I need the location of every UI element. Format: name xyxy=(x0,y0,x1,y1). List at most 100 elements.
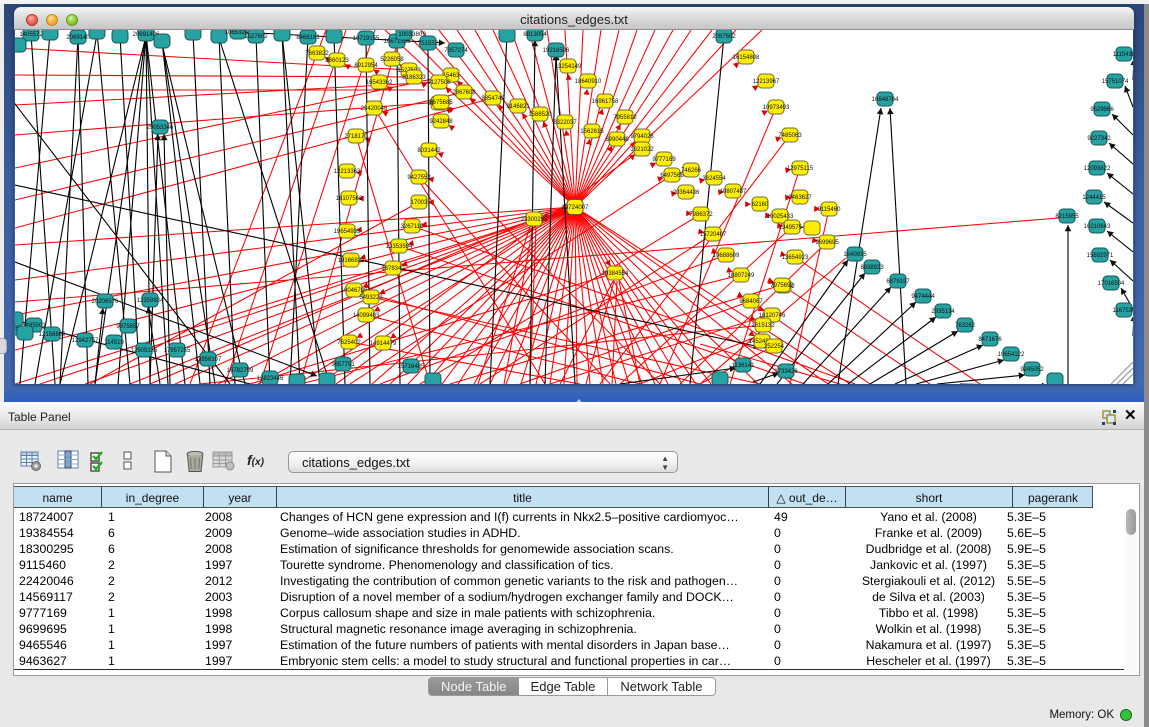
svg-text:19166823: 19166823 xyxy=(338,258,365,264)
svg-text:1640935: 1640935 xyxy=(843,252,867,258)
svg-text:7975692: 7975692 xyxy=(770,283,794,289)
svg-text:1136141: 1136141 xyxy=(732,363,756,369)
svg-text:1615132: 1615132 xyxy=(751,323,775,329)
svg-text:3624554: 3624554 xyxy=(702,176,726,182)
svg-text:1562615: 1562615 xyxy=(580,129,604,135)
svg-text:19218506: 19218506 xyxy=(543,48,570,54)
svg-text:8471676: 8471676 xyxy=(978,337,1002,343)
svg-text:9794028: 9794028 xyxy=(630,134,654,140)
svg-text:7955812: 7955812 xyxy=(613,115,637,121)
svg-text:8322037: 8322037 xyxy=(553,120,577,126)
svg-text:9474444: 9474444 xyxy=(911,294,935,300)
svg-text:15751074: 15751074 xyxy=(1102,79,1129,85)
svg-text:9146821: 9146821 xyxy=(506,104,530,110)
svg-text:2087682: 2087682 xyxy=(712,34,736,40)
svg-text:8660123: 8660123 xyxy=(325,58,349,64)
svg-text:14099483: 14099483 xyxy=(353,313,380,319)
svg-text:12359934: 12359934 xyxy=(137,298,164,304)
svg-text:9975857: 9975857 xyxy=(116,324,140,330)
svg-text:9227342: 9227342 xyxy=(1087,136,1111,142)
svg-text:62160: 62160 xyxy=(752,202,769,208)
svg-text:252254: 252254 xyxy=(764,344,785,350)
svg-text:15720407: 15720407 xyxy=(700,232,727,238)
svg-text:13254149: 13254149 xyxy=(555,64,582,70)
svg-text:9115460: 9115460 xyxy=(818,207,842,213)
svg-text:16961758: 16961758 xyxy=(592,99,619,105)
svg-text:1244415: 1244415 xyxy=(1082,195,1106,201)
svg-text:7357274: 7357274 xyxy=(444,48,468,54)
svg-text:8938923: 8938923 xyxy=(860,265,884,271)
svg-text:2867608: 2867608 xyxy=(452,90,476,96)
svg-text:29053346: 29053346 xyxy=(147,125,174,131)
svg-text:8466161: 8466161 xyxy=(296,35,320,41)
svg-text:16782759: 16782759 xyxy=(227,368,254,374)
svg-text:5493222: 5493222 xyxy=(359,295,383,301)
svg-text:9657791: 9657791 xyxy=(331,362,355,368)
svg-text:12505135: 12505135 xyxy=(131,348,158,354)
svg-text:9245052: 9245052 xyxy=(1020,367,1044,373)
svg-text:2069140: 2069140 xyxy=(66,35,90,41)
svg-text:12213967: 12213967 xyxy=(753,79,780,85)
svg-text:9529966: 9529966 xyxy=(1090,107,1114,113)
svg-text:19384554: 19384554 xyxy=(602,271,629,277)
svg-text:8912954: 8912954 xyxy=(354,63,378,69)
svg-text:7625402: 7625402 xyxy=(337,340,361,346)
svg-text:8854749: 8854749 xyxy=(481,96,505,102)
svg-text:12093822: 12093822 xyxy=(1084,166,1111,172)
svg-text:9127508: 9127508 xyxy=(427,80,451,86)
svg-text:13495754: 13495754 xyxy=(779,225,806,231)
svg-text:10025433: 10025433 xyxy=(767,214,794,220)
svg-text:10973493: 10973493 xyxy=(763,105,790,111)
svg-text:8031442: 8031442 xyxy=(417,148,441,154)
svg-text:12823446: 12823446 xyxy=(257,376,284,382)
svg-text:18724007: 18724007 xyxy=(561,204,589,211)
svg-text:1878342: 1878342 xyxy=(381,266,405,272)
svg-text:18640910: 18640910 xyxy=(575,79,602,85)
svg-text:9242848: 9242848 xyxy=(429,119,453,125)
svg-text:746266: 746266 xyxy=(681,168,702,174)
svg-text:10033809: 10033809 xyxy=(398,31,426,38)
svg-text:763262: 763262 xyxy=(955,323,976,329)
svg-text:13353594: 13353594 xyxy=(386,244,413,250)
svg-text:10688609: 10688609 xyxy=(713,253,740,259)
svg-text:20364436: 20364436 xyxy=(673,190,700,196)
svg-text:2935134: 2935134 xyxy=(931,309,955,315)
svg-text:5226058: 5226058 xyxy=(380,57,404,63)
svg-text:8813054: 8813054 xyxy=(523,32,547,38)
svg-text:23420046: 23420046 xyxy=(361,106,388,112)
svg-text:16107562: 16107562 xyxy=(336,196,363,202)
svg-text:19654933: 19654933 xyxy=(334,229,361,235)
svg-text:17016504: 17016504 xyxy=(1098,281,1125,287)
svg-text:1167534: 1167534 xyxy=(1113,308,1133,314)
svg-text:10719155: 10719155 xyxy=(353,36,380,42)
svg-text:12213363: 12213363 xyxy=(334,169,361,175)
svg-text:12975115: 12975115 xyxy=(787,166,814,172)
svg-text:12942757: 12942757 xyxy=(72,338,99,344)
svg-text:1733426: 1733426 xyxy=(774,369,798,375)
svg-text:1527602: 1527602 xyxy=(244,34,268,40)
svg-text:16648784: 16648784 xyxy=(872,97,899,103)
svg-text:1621022: 1621022 xyxy=(630,147,654,153)
svg-text:1115438: 1115438 xyxy=(1113,52,1133,58)
svg-text:20206576: 20206576 xyxy=(92,299,119,305)
svg-text:16210643: 16210643 xyxy=(1084,224,1111,230)
svg-text:15716485: 15716485 xyxy=(398,364,425,370)
svg-text:10654122: 10654122 xyxy=(998,352,1025,358)
svg-text:9463627: 9463627 xyxy=(788,195,812,201)
svg-text:9777169: 9777169 xyxy=(652,157,676,163)
svg-text:7485063: 7485063 xyxy=(778,133,802,139)
svg-text:14914479: 14914479 xyxy=(370,341,397,347)
svg-text:16154808: 16154808 xyxy=(733,55,760,61)
svg-text:7986372: 7986372 xyxy=(689,212,713,218)
svg-text:13958107: 13958107 xyxy=(195,357,222,363)
svg-text:15692971: 15692971 xyxy=(1087,253,1114,259)
svg-text:23300295: 23300295 xyxy=(521,217,548,223)
svg-text:8186323: 8186323 xyxy=(402,75,426,81)
svg-text:17003: 17003 xyxy=(411,200,428,206)
svg-text:2718170: 2718170 xyxy=(344,134,368,140)
svg-text:13654923: 13654923 xyxy=(782,255,809,261)
svg-text:10807487: 10807487 xyxy=(720,189,747,195)
svg-text:9427552: 9427552 xyxy=(407,175,431,181)
svg-text:7663822: 7663822 xyxy=(305,51,329,57)
svg-text:3267110: 3267110 xyxy=(401,224,425,230)
